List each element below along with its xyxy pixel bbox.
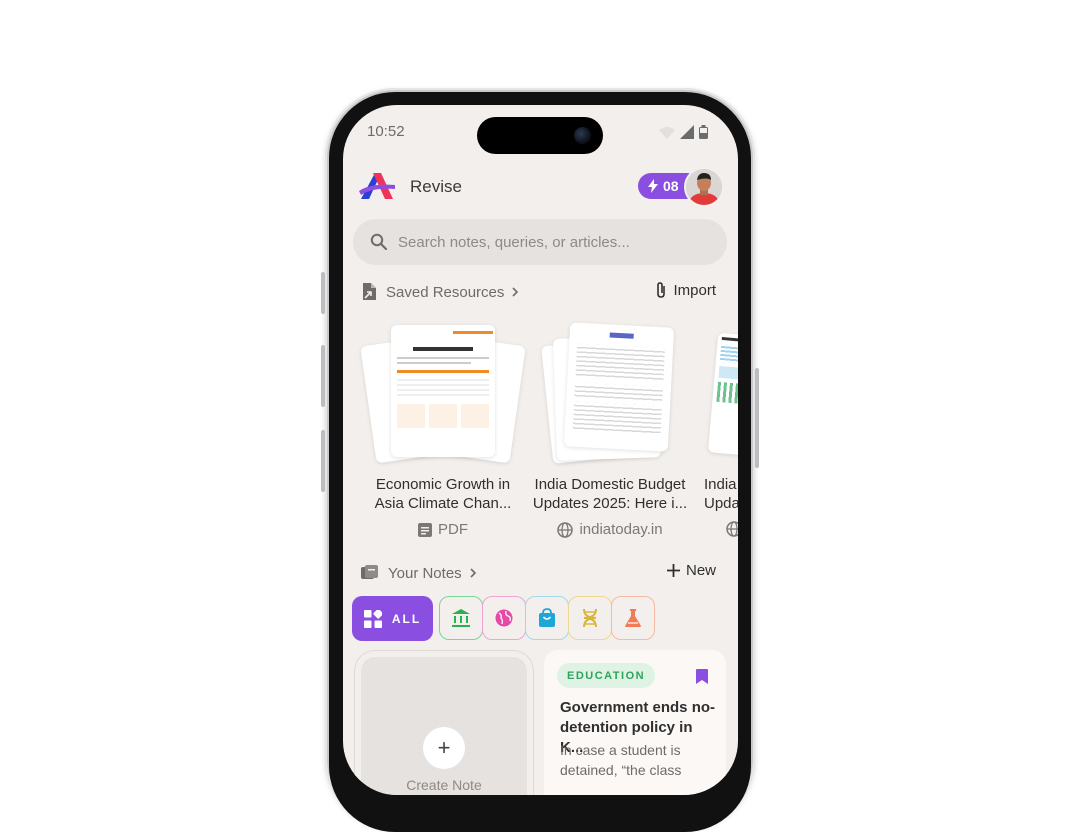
resource-card[interactable]: India Domestic Budget Updates 2025: Here…	[525, 317, 695, 538]
resource-card[interactable]: India Upda	[699, 317, 738, 537]
new-label: New	[685, 562, 716, 579]
volume-down-button	[321, 430, 325, 492]
resource-thumbnail: ​	[358, 317, 528, 467]
resource-title: India Upda	[704, 476, 738, 512]
resource-title: India Domestic Budget Updates 2025: Here…	[532, 476, 688, 512]
status-time: 10:52	[367, 123, 405, 140]
lightning-icon	[648, 179, 658, 193]
filter-chip-science[interactable]	[568, 596, 612, 640]
signal-icon	[680, 125, 694, 139]
globe-icon	[495, 609, 513, 627]
resource-card[interactable]: ​ Economic Growth in Asia Climate Chan..…	[358, 317, 528, 538]
note-card[interactable]: EDUCATION Government ends no-detention p…	[544, 650, 726, 795]
filter-chip-all[interactable]: ALL	[352, 596, 433, 641]
plus-icon[interactable]: +	[423, 727, 465, 769]
new-note-button[interactable]: New	[666, 562, 716, 579]
filter-chip-business[interactable]	[525, 596, 569, 640]
your-notes-title[interactable]: Your Notes	[388, 565, 462, 582]
resource-title: Economic Growth in Asia Climate Chan...	[374, 476, 512, 512]
paperclip-icon	[657, 282, 666, 298]
filter-chip-lab[interactable]	[611, 596, 655, 640]
shopping-bag-icon	[539, 608, 555, 627]
chevron-right-icon[interactable]	[469, 567, 477, 579]
plus-icon	[666, 564, 680, 577]
resource-meta: indiatoday.in	[525, 521, 695, 538]
app-header: Revise 08	[357, 167, 724, 207]
globe-icon	[726, 521, 738, 537]
note-tag: EDUCATION	[557, 663, 656, 688]
search-input[interactable]	[396, 232, 700, 252]
note-body: In case a student is detained, “the clas…	[560, 742, 682, 778]
saved-resources-title[interactable]: Saved Resources	[386, 284, 504, 301]
create-note-label: Create Note	[406, 777, 482, 793]
revise-logo	[359, 173, 395, 199]
search-icon	[370, 233, 388, 251]
notes-icon	[361, 565, 378, 579]
resource-thumbnail	[525, 317, 695, 467]
filter-chip-politics[interactable]	[439, 596, 483, 640]
document-icon	[418, 522, 432, 537]
resource-source: indiatoday.in	[579, 521, 663, 538]
dna-icon	[583, 608, 597, 628]
resource-meta: PDF	[358, 521, 528, 538]
mute-switch	[321, 272, 325, 314]
note-filter-chips: ALL	[352, 596, 655, 641]
power-button	[755, 368, 759, 468]
app-title: Revise	[410, 177, 462, 196]
your-notes-header: Your Notes New	[361, 562, 716, 584]
create-note-card[interactable]: + Create Note	[361, 657, 527, 795]
globe-icon	[557, 521, 574, 538]
volume-up-button	[321, 345, 325, 407]
avatar[interactable]	[684, 167, 724, 207]
search-bar[interactable]	[353, 219, 727, 265]
filter-chip-world[interactable]	[482, 596, 526, 640]
import-button[interactable]: Import	[655, 281, 716, 299]
grid-icon	[363, 609, 382, 628]
bookmark-icon[interactable]	[696, 669, 708, 684]
dynamic-island	[477, 117, 603, 154]
streak-count: 08	[663, 178, 679, 194]
camera-icon	[574, 127, 591, 144]
resource-source: PDF	[438, 521, 468, 538]
chevron-right-icon[interactable]	[511, 286, 519, 298]
resource-meta	[726, 521, 738, 537]
user-avatar-image	[686, 169, 722, 205]
resource-thumbnail	[699, 317, 738, 467]
bank-icon	[452, 609, 470, 627]
filter-all-label: ALL	[391, 611, 422, 626]
flask-icon	[625, 609, 641, 627]
import-label: Import	[673, 281, 716, 299]
saved-resources-header: Saved Resources Import	[361, 281, 716, 303]
phone-screen: 10:52 Revise 08 Search notes, queries, o…	[343, 105, 738, 795]
wifi-icon	[659, 127, 675, 139]
status-icons	[659, 125, 708, 139]
saved-resources-icon	[363, 283, 376, 300]
battery-icon	[699, 125, 708, 139]
saved-resources-carousel[interactable]: ​ Economic Growth in Asia Climate Chan..…	[343, 317, 738, 547]
